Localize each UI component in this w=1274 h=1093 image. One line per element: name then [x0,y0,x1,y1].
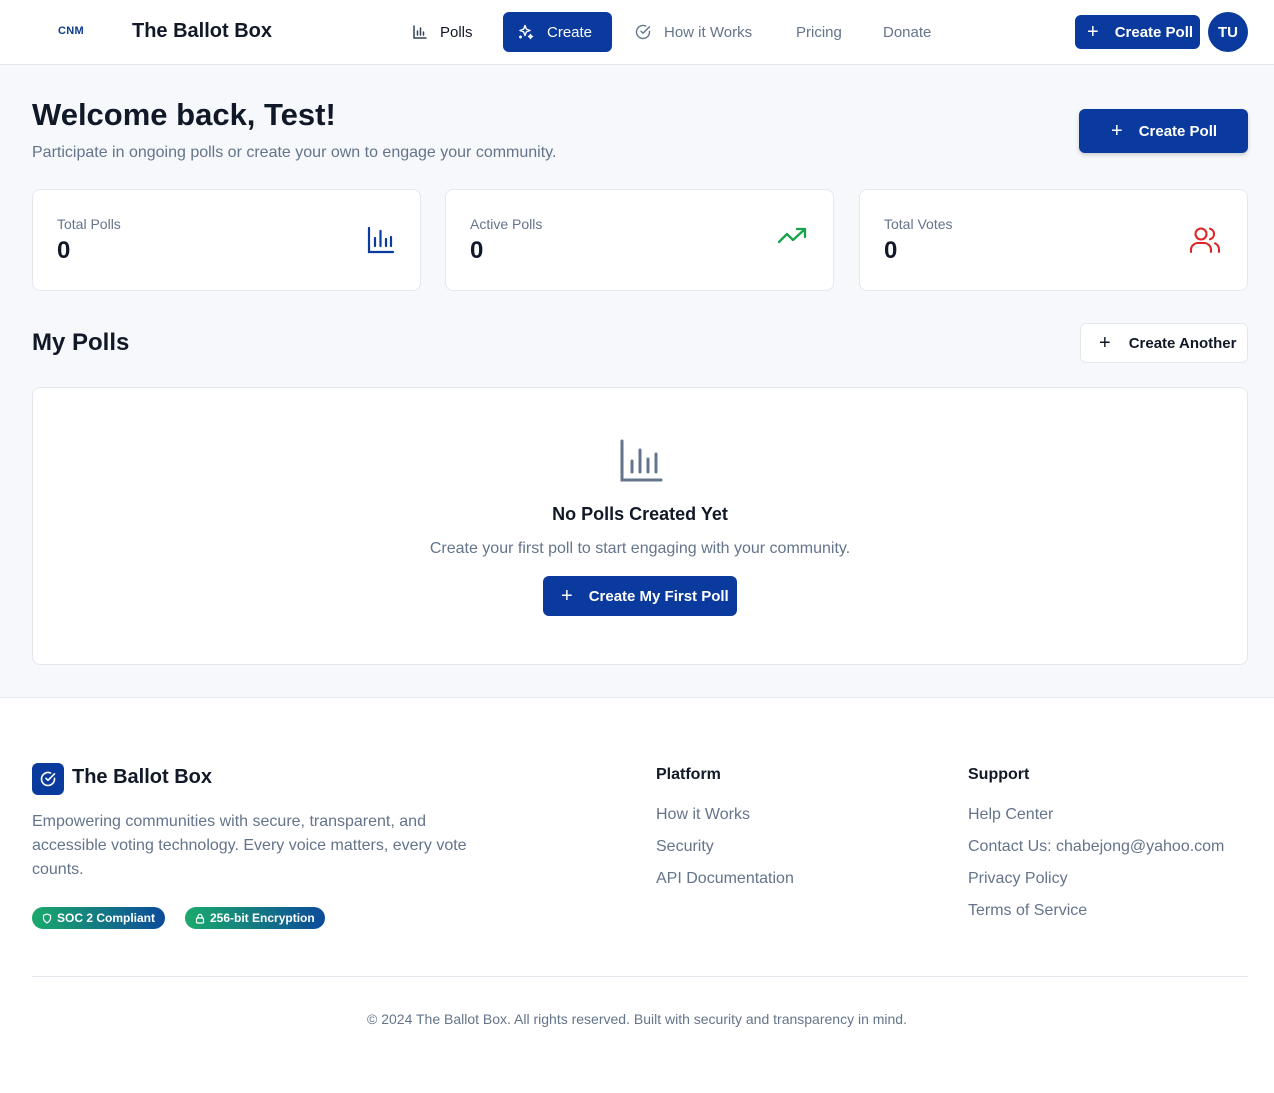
bar-chart-icon [620,439,663,482]
footer-link-security[interactable]: Security [656,838,714,856]
users-icon [1189,227,1221,254]
header-create-poll-label: Create Poll [1114,23,1194,41]
nav-polls-label: Polls [440,23,473,41]
empty-state-subtitle: Create your first poll to start engaging… [429,540,851,557]
check-circle-icon [635,24,651,40]
stat-value: 0 [57,237,71,264]
create-poll-label: Create Poll [1138,122,1218,140]
bar-chart-icon [367,226,394,254]
logo[interactable]: CNM [58,25,84,37]
stat-value: 0 [884,237,898,264]
create-first-poll-button[interactable]: + Create My First Poll [543,576,737,616]
polls-empty-state: No Polls Created Yet Create your first p… [32,387,1248,665]
create-another-label: Create Another [1128,334,1237,352]
create-another-button[interactable]: + Create Another [1080,323,1248,363]
nav-how-it-works-label: How it Works [664,23,753,41]
footer-link-privacy[interactable]: Privacy Policy [968,870,1068,888]
plus-icon: + [1087,21,1099,43]
copyright-text: © 2024 The Ballot Box. All rights reserv… [367,1011,907,1027]
top-navbar: CNM The Ballot Box Polls Create How it W… [0,0,1274,65]
footer: The Ballot Box Empowering communities wi… [0,697,1274,1093]
nav-how-it-works[interactable]: How it Works [634,12,752,52]
plus-icon: + [1099,332,1111,354]
plus-icon: + [561,585,573,607]
create-poll-button[interactable]: + Create Poll [1079,109,1248,153]
nav-polls[interactable]: Polls [412,12,473,52]
lock-icon [195,913,205,924]
sparkles-icon [519,24,534,40]
stat-card-total-polls: Total Polls 0 [32,189,421,291]
plus-icon: + [1111,120,1123,142]
nav-create-label: Create [547,23,593,41]
header-create-poll-button[interactable]: + Create Poll [1075,15,1200,49]
soc2-badge-label: SOC 2 Compliant [57,911,156,925]
stat-label: Total Votes [884,216,953,232]
footer-support-heading: Support [968,766,1030,783]
footer-link-api-docs[interactable]: API Documentation [656,870,794,888]
footer-description: Empowering communities with secure, tran… [32,813,467,878]
bar-chart-icon [413,25,427,39]
footer-logo[interactable] [32,763,64,795]
footer-link-how-it-works[interactable]: How it Works [656,806,750,824]
stat-label: Total Polls [57,216,121,232]
footer-platform-heading: Platform [656,766,721,783]
page-subtitle: Participate in ongoing polls or create y… [32,144,557,161]
nav-pricing[interactable]: Pricing [796,12,842,52]
soc2-badge: SOC 2 Compliant [32,907,166,929]
empty-state-title: No Polls Created Yet [552,504,728,524]
shield-icon [42,912,52,924]
brand-name[interactable]: The Ballot Box [132,20,272,43]
encryption-badge-label: 256-bit Encryption [210,911,315,925]
stat-value: 0 [470,237,484,264]
stat-card-active-polls: Active Polls 0 [445,189,834,291]
encryption-badge: 256-bit Encryption [185,907,325,929]
nav-donate[interactable]: Donate [883,12,931,52]
create-first-poll-label: Create My First Poll [588,587,729,605]
user-avatar[interactable]: TU [1208,12,1248,52]
footer-link-help-center[interactable]: Help Center [968,806,1053,824]
nav-pricing-label: Pricing [796,23,842,41]
trending-up-icon [777,227,807,244]
footer-divider [32,976,1248,977]
check-circle-icon [40,771,56,787]
my-polls-heading: My Polls [32,329,130,356]
nav-create[interactable]: Create [503,12,612,52]
footer-link-contact[interactable]: Contact Us: chabejong@yahoo.com [968,838,1224,856]
stat-label: Active Polls [470,216,543,232]
footer-link-terms[interactable]: Terms of Service [968,902,1087,920]
nav-donate-label: Donate [883,23,932,41]
stat-card-total-votes: Total Votes 0 [859,189,1248,291]
page-title: Welcome back, Test! [32,97,336,132]
footer-brand[interactable]: The Ballot Box [72,766,212,789]
